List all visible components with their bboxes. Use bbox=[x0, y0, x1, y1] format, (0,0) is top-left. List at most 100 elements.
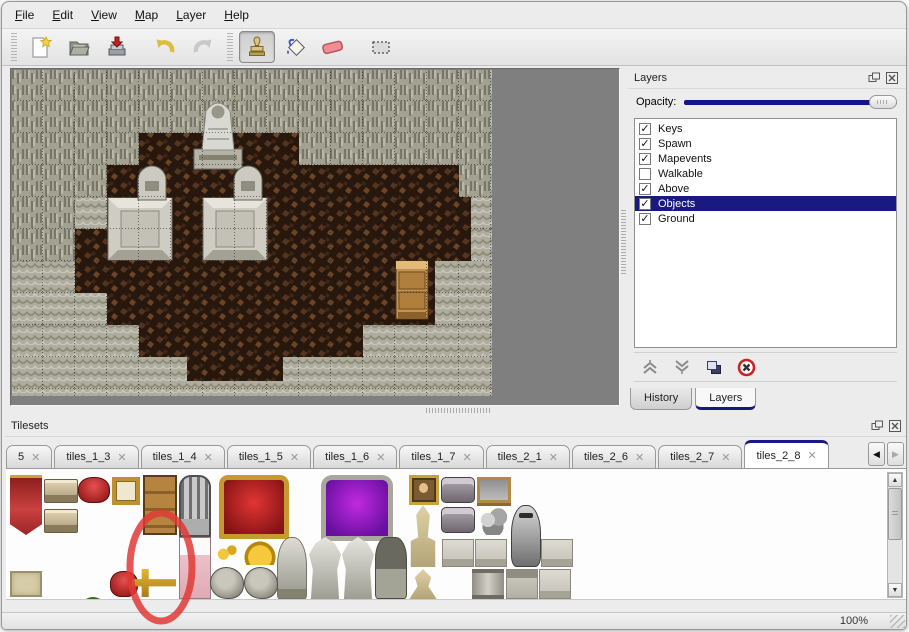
save-map-button[interactable] bbox=[99, 31, 135, 63]
duplicate-layer-button[interactable] bbox=[704, 357, 724, 377]
tile-pouf-red[interactable] bbox=[78, 477, 110, 503]
scroll-down-button[interactable]: ▼ bbox=[888, 583, 902, 597]
tile-loom-bottom[interactable] bbox=[44, 509, 78, 533]
close-panel-icon[interactable] bbox=[885, 72, 899, 85]
tile-loom-top[interactable] bbox=[44, 479, 78, 503]
tab-close-icon[interactable]: ✕ bbox=[721, 451, 730, 464]
tab-close-icon[interactable]: ✕ bbox=[808, 449, 817, 462]
layer-visibility-checkbox[interactable]: ✓ bbox=[639, 213, 651, 225]
tile-gold-pile[interactable] bbox=[244, 541, 276, 565]
tab-close-icon[interactable]: ✕ bbox=[549, 451, 558, 464]
tile-palm-plant[interactable] bbox=[76, 597, 110, 600]
horizontal-splitter[interactable] bbox=[426, 408, 490, 413]
layer-visibility-checkbox[interactable]: ✓ bbox=[639, 198, 651, 210]
layer-row-objects[interactable]: ✓ Objects bbox=[635, 196, 896, 211]
scrollbar-thumb[interactable] bbox=[888, 488, 902, 540]
tile-plaque[interactable] bbox=[10, 571, 42, 597]
tab-close-icon[interactable]: ✕ bbox=[204, 451, 213, 464]
move-layer-up-button[interactable] bbox=[640, 357, 660, 377]
tile-purple-throne[interactable] bbox=[321, 475, 393, 541]
window-resize-grip[interactable] bbox=[890, 615, 905, 628]
undo-button[interactable] bbox=[147, 31, 183, 63]
tile-platform-face-1[interactable] bbox=[506, 569, 538, 599]
tile-iron-gate[interactable] bbox=[179, 475, 211, 537]
menu-file[interactable]: File bbox=[15, 8, 34, 22]
tile-angel-statue-left[interactable] bbox=[309, 537, 341, 599]
tab-close-icon[interactable]: ✕ bbox=[635, 451, 644, 464]
move-layer-down-button[interactable] bbox=[672, 357, 692, 377]
tile-pink-bed[interactable] bbox=[179, 537, 211, 599]
delete-layer-button[interactable] bbox=[736, 357, 756, 377]
tile-red-throne[interactable] bbox=[219, 475, 289, 539]
menu-edit[interactable]: Edit bbox=[52, 8, 73, 22]
layer-row-spawn[interactable]: ✓ Spawn bbox=[635, 136, 896, 151]
tileset-tab-tiles_1_6[interactable]: tiles_1_6 ✕ bbox=[313, 445, 397, 468]
dock-tab-layers[interactable]: Layers bbox=[695, 388, 756, 410]
tile-platform-tile-1[interactable] bbox=[442, 539, 474, 567]
tile-gray-rock-2[interactable] bbox=[244, 567, 278, 599]
tile-knight-armor[interactable] bbox=[511, 505, 541, 567]
tile-gold-mirror[interactable] bbox=[112, 477, 140, 505]
tile-obelisk[interactable] bbox=[406, 505, 440, 567]
float-tilesets-icon[interactable] bbox=[870, 420, 884, 433]
layer-visibility-checkbox[interactable]: ✓ bbox=[639, 138, 651, 150]
tileset-tab-5[interactable]: 5 ✕ bbox=[6, 445, 52, 468]
open-map-button[interactable] bbox=[61, 31, 97, 63]
vertical-splitter[interactable] bbox=[621, 210, 626, 274]
tileset-tab-tiles_2_7[interactable]: tiles_2_7 ✕ bbox=[658, 445, 742, 468]
menu-view[interactable]: View bbox=[91, 8, 117, 22]
layer-visibility-checkbox[interactable] bbox=[639, 168, 651, 180]
layer-row-above[interactable]: ✓ Above bbox=[635, 181, 896, 196]
layer-row-keys[interactable]: ✓ Keys bbox=[635, 121, 896, 136]
tileset-tab-tiles_1_3[interactable]: tiles_1_3 ✕ bbox=[54, 445, 138, 468]
tile-obelisk-small[interactable] bbox=[406, 569, 440, 599]
tile-gray-rock[interactable] bbox=[210, 567, 244, 599]
tile-platform-tile-2[interactable] bbox=[475, 539, 507, 567]
tileset-tab-tiles_2_8[interactable]: tiles_2_8 ✕ bbox=[744, 440, 828, 468]
select-tool-button[interactable] bbox=[363, 31, 399, 63]
map-canvas[interactable] bbox=[10, 68, 620, 406]
layer-visibility-checkbox[interactable]: ✓ bbox=[639, 123, 651, 135]
tileset-tab-tiles_1_7[interactable]: tiles_1_7 ✕ bbox=[399, 445, 483, 468]
tile-gold-cross[interactable] bbox=[132, 569, 176, 597]
float-panel-icon[interactable] bbox=[867, 72, 881, 85]
layer-row-mapevents[interactable]: ✓ Mapevents bbox=[635, 151, 896, 166]
layer-visibility-checkbox[interactable]: ✓ bbox=[639, 153, 651, 165]
tileset-tab-tiles_1_5[interactable]: tiles_1_5 ✕ bbox=[227, 445, 311, 468]
tile-gray-chest[interactable] bbox=[441, 477, 475, 503]
toolbar-drag-handle[interactable] bbox=[11, 33, 17, 61]
tile-hooded-statue[interactable] bbox=[277, 537, 307, 599]
opacity-slider-handle[interactable] bbox=[869, 95, 897, 109]
tile-gold-brooch[interactable] bbox=[212, 541, 242, 565]
close-tilesets-icon[interactable] bbox=[888, 420, 902, 433]
tile-banner-red[interactable] bbox=[10, 475, 42, 535]
scroll-tabs-left-button[interactable]: ◀ bbox=[868, 442, 885, 466]
tileset-tab-tiles_1_4[interactable]: tiles_1_4 ✕ bbox=[141, 445, 225, 468]
tile-angel-statue-right[interactable] bbox=[342, 537, 374, 599]
layer-visibility-checkbox[interactable]: ✓ bbox=[639, 183, 651, 195]
tab-close-icon[interactable]: ✕ bbox=[117, 451, 126, 464]
tile-king-portrait[interactable] bbox=[409, 475, 439, 505]
tab-close-icon[interactable]: ✕ bbox=[31, 451, 40, 464]
scroll-up-button[interactable]: ▲ bbox=[888, 473, 902, 487]
tile-pillar[interactable] bbox=[472, 569, 504, 599]
tab-close-icon[interactable]: ✕ bbox=[376, 451, 385, 464]
tile-armor-pile[interactable] bbox=[476, 505, 510, 535]
opacity-slider[interactable] bbox=[684, 94, 897, 110]
toolbar-drag-handle-2[interactable] bbox=[227, 33, 233, 61]
tile-gray-chest-2[interactable] bbox=[441, 507, 475, 533]
dock-tab-history[interactable]: History bbox=[630, 388, 692, 410]
fill-tool-button[interactable] bbox=[277, 31, 313, 63]
tileset-canvas[interactable] bbox=[6, 468, 907, 600]
menu-map[interactable]: Map bbox=[135, 8, 158, 22]
stamp-tool-button[interactable] bbox=[239, 31, 275, 63]
menu-layer[interactable]: Layer bbox=[176, 8, 206, 22]
tab-close-icon[interactable]: ✕ bbox=[462, 451, 471, 464]
new-map-button[interactable] bbox=[23, 31, 59, 63]
redo-button[interactable] bbox=[185, 31, 221, 63]
layer-row-ground[interactable]: ✓ Ground bbox=[635, 211, 896, 226]
tile-wooden-door[interactable] bbox=[143, 475, 177, 535]
menu-help[interactable]: Help bbox=[224, 8, 249, 22]
tile-platform-tile-3[interactable] bbox=[541, 539, 573, 567]
tab-close-icon[interactable]: ✕ bbox=[290, 451, 299, 464]
